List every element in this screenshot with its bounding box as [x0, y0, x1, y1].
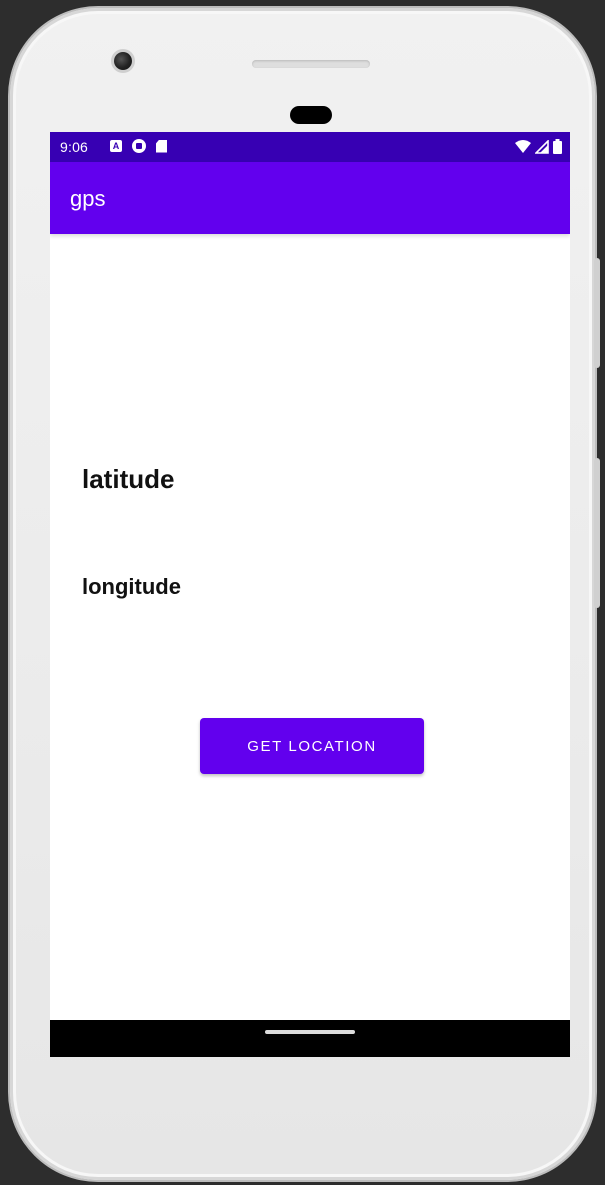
- app-bar: gps: [50, 162, 570, 234]
- navigation-bar: [50, 1020, 570, 1057]
- home-gesture-handle[interactable]: [265, 1030, 355, 1034]
- get-location-button[interactable]: GET LOCATION: [200, 718, 424, 774]
- app-title: gps: [70, 186, 106, 211]
- circle-notification-icon: [132, 139, 146, 153]
- battery-icon: [553, 139, 562, 154]
- signal-icon: [535, 139, 549, 154]
- status-bar: 9:06 A: [50, 132, 570, 162]
- volume-rocker[interactable]: [594, 458, 600, 608]
- power-button[interactable]: [594, 258, 600, 368]
- device-screen: 9:06 A gps latitude longitude GET LOCATI…: [50, 132, 570, 1057]
- status-system-icons: [515, 139, 562, 154]
- status-time: 9:06: [60, 139, 89, 155]
- wifi-icon: [515, 139, 531, 153]
- proximity-sensor: [290, 106, 332, 124]
- status-notification-icons: A: [110, 139, 167, 153]
- latitude-text: latitude: [82, 464, 175, 494]
- a-notification-icon: A: [110, 140, 122, 152]
- earpiece-speaker: [252, 60, 370, 68]
- front-camera-icon: [114, 52, 132, 70]
- sd-card-icon: [156, 139, 167, 153]
- longitude-text: longitude: [82, 574, 181, 599]
- phone-frame: 9:06 A gps latitude longitude GET LOCATI…: [10, 8, 600, 1180]
- emulator-stage: 9:06 A gps latitude longitude GET LOCATI…: [0, 0, 605, 1185]
